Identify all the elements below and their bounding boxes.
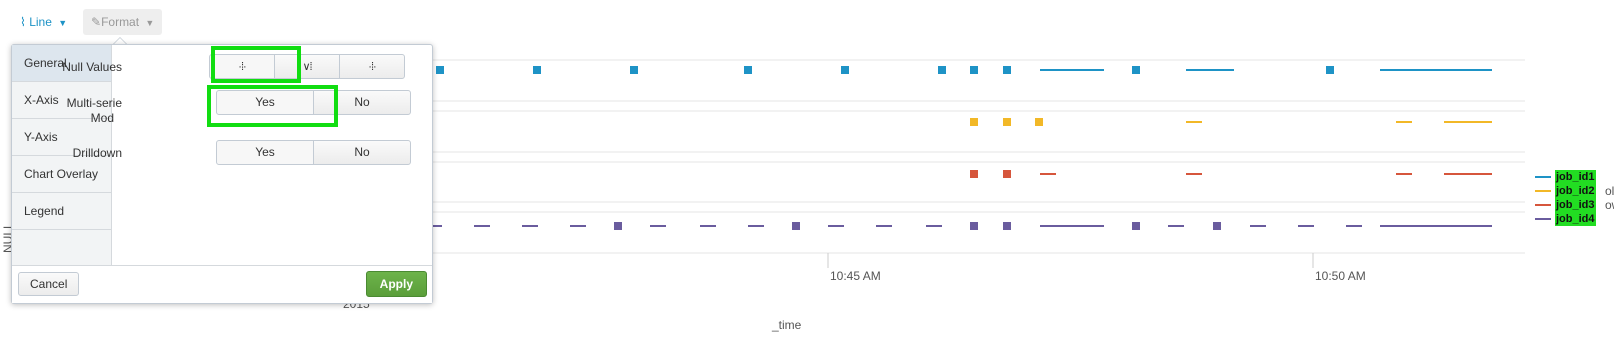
series-point-job-id2 (970, 118, 978, 126)
series-point-job-id4 (1132, 222, 1140, 230)
legend-label: job_id1 (1555, 170, 1596, 184)
series-point-job-id1 (1132, 66, 1140, 74)
multiseries-control: Yes No (216, 90, 411, 115)
cancel-button[interactable]: Cancel (18, 272, 80, 296)
series-point-job-id1 (1003, 66, 1011, 74)
legend-swatch (1535, 176, 1551, 178)
null-connect-button[interactable]: ·⁞· (339, 54, 405, 79)
line-chart-icon: ⌇ (20, 15, 26, 29)
series-point-job-id1 (970, 66, 978, 74)
series-point-job-id1 (938, 66, 946, 74)
format-button[interactable]: ✎Format ▼ (83, 9, 163, 35)
chevron-down-icon: ▼ (145, 18, 155, 28)
gaps-icon: ·⁞· (238, 61, 246, 73)
multiseries-label-line2: Mod (90, 111, 114, 125)
multiseries-label-line1: Multi-serie (66, 96, 122, 110)
legend-item-job-id4[interactable]: job_id4 (1535, 212, 1614, 226)
connect-icon: ·⁞· (368, 61, 376, 73)
legend-label: job_id4 (1555, 212, 1596, 226)
legend-item-job-id3[interactable]: job_id3 ows (1535, 198, 1614, 212)
x-axis-title: _time (771, 318, 802, 332)
popup-footer: Cancel Apply (12, 265, 432, 303)
format-popup: General X-Axis Y-Axis Chart Overlay Lege… (11, 44, 433, 304)
multiseries-yes-button[interactable]: Yes (216, 90, 314, 115)
series-point-job-id4 (970, 222, 978, 230)
chevron-down-icon: ▼ (58, 18, 68, 28)
series-point-job-id1 (841, 66, 849, 74)
series-point-job-id2 (1035, 118, 1043, 126)
series-point-job-id1 (1326, 66, 1334, 74)
legend-swatch (1535, 218, 1551, 220)
multiseries-no-button[interactable]: No (313, 90, 411, 115)
null-values-label: Null Values (62, 60, 122, 74)
chart-legend: job_id1 job_id2 ols job_id3 ows job_id4 (1535, 170, 1614, 226)
series-point-job-id4 (1003, 222, 1011, 230)
series-point-job-id4 (792, 222, 800, 230)
drilldown-control: Yes No (216, 140, 411, 165)
series-point-job-id1 (436, 66, 444, 74)
x-tick-label: 10:50 AM (1315, 269, 1366, 283)
zero-icon: ∨⁞ (302, 61, 312, 73)
series-point-job-id3 (1003, 170, 1011, 178)
drilldown-label: Drilldown (72, 146, 122, 160)
legend-label-tail: ows (1605, 198, 1614, 212)
null-values-control: ·⁞· ∨⁞ ·⁞· (209, 54, 405, 79)
series-point-job-id4 (1213, 222, 1221, 230)
series-point-job-id2 (1003, 118, 1011, 126)
series-point-job-id1 (630, 66, 638, 74)
format-general-panel: Null Values ·⁞· ∨⁞ ·⁞· Multi-serie Mod Y… (62, 45, 432, 265)
series-point-job-id1 (533, 66, 541, 74)
chart-toolbar: ⌇ Line ▼ ✎Format ▼ (0, 0, 1614, 40)
multiseries-label: Multi-serie (22, 96, 122, 110)
legend-item-job-id2[interactable]: job_id2 ols (1535, 184, 1614, 198)
nav-item-legend[interactable]: Legend (12, 193, 111, 230)
legend-item-job-id1[interactable]: job_id1 (1535, 170, 1614, 184)
legend-swatch (1535, 190, 1551, 192)
legend-label: job_id2 (1555, 184, 1596, 198)
legend-label: job_id3 (1555, 198, 1596, 212)
legend-swatch (1535, 204, 1551, 206)
legend-label-tail: ols (1605, 184, 1614, 198)
null-zero-button[interactable]: ∨⁞ (274, 54, 340, 79)
apply-button[interactable]: Apply (365, 271, 427, 297)
x-tick-label: 10:45 AM (830, 269, 881, 283)
line-chart-type-button[interactable]: ⌇ Line ▼ (12, 9, 75, 35)
series-point-job-id3 (970, 170, 978, 178)
series-point-job-id4 (614, 222, 622, 230)
series-point-job-id1 (744, 66, 752, 74)
null-gaps-button[interactable]: ·⁞· (209, 54, 275, 79)
nav-item-chart-overlay[interactable]: Chart Overlay (12, 156, 111, 193)
drilldown-no-button[interactable]: No (313, 140, 411, 165)
line-chart-type-label: Line (29, 15, 52, 29)
pencil-icon: ✎ (91, 15, 102, 29)
format-label: Format (101, 15, 140, 29)
drilldown-yes-button[interactable]: Yes (216, 140, 314, 165)
